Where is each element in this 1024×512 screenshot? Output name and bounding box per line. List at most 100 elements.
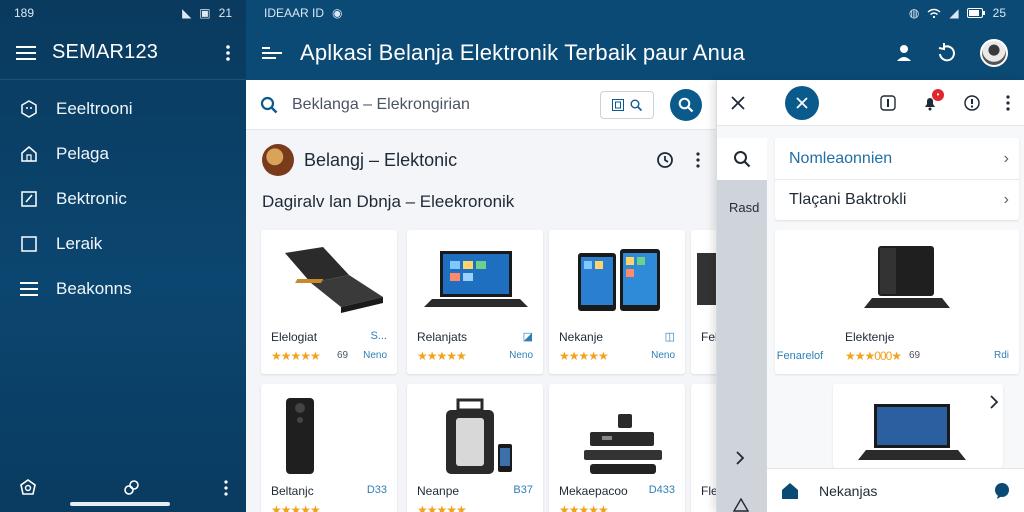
phone-icon <box>269 390 389 478</box>
wifi-icon <box>927 8 941 18</box>
menu-item[interactable]: Tlaçani Baktrokli › <box>775 179 1019 220</box>
close-button[interactable] <box>785 85 819 120</box>
location-icon: ◉ <box>332 6 343 20</box>
signal-icon: ◣ <box>182 6 192 20</box>
home-icon <box>18 145 40 163</box>
battery-icon <box>966 8 985 18</box>
product-tag: B37 <box>513 484 533 496</box>
status-number: 21 <box>218 6 232 20</box>
panel-menu: Nomleaonnien › Tlaçani Baktrokli › <box>775 138 1019 220</box>
search-button[interactable] <box>670 88 702 121</box>
square-icon <box>18 235 40 253</box>
chevron-right-icon[interactable] <box>989 394 999 410</box>
product-tag: D33 <box>366 484 387 496</box>
status-bar-right: IDEAAR ID ◉ ◍ ◢ 25 <box>246 0 1024 26</box>
shop-logo <box>262 144 294 176</box>
product-card[interactable]: Neanpe B37 ★★★★★ <box>407 384 543 512</box>
menu-item[interactable]: Nomleaonnien › <box>775 138 1019 179</box>
product-tag: Fenarelof <box>776 350 824 362</box>
more-vert-icon[interactable] <box>226 44 230 61</box>
search-small-icon[interactable] <box>630 99 642 111</box>
sidebar-item-label: Leraik <box>56 233 103 253</box>
product-card[interactable]: Relanjats ◪ ★★★★★ Neno <box>407 230 543 374</box>
search-options[interactable] <box>600 90 654 119</box>
sidebar-item-leraik[interactable]: Leraik <box>0 221 246 266</box>
overlay-panel: • Rasd Nomleaonnien › Tlaçani Baktrokli … <box>716 80 1024 512</box>
signal-icon: ◢ <box>949 6 959 20</box>
chevron-right-icon: › <box>1003 149 1009 167</box>
sale-label: Neno <box>651 350 675 361</box>
rating-stars: ★★★★★ <box>271 349 321 363</box>
navigation-drawer: 189 ◣ ▣ 21 SEMAR123 Eeeltrooni Pelaga Be… <box>0 0 246 512</box>
chevron-right-icon[interactable] <box>735 450 745 466</box>
help-icon[interactable] <box>964 94 980 111</box>
home-indicator <box>70 502 170 506</box>
menu-item-label: Tlaçani Baktrokli <box>789 191 907 208</box>
settings-icon[interactable] <box>18 478 38 498</box>
sidebar-item-bektronic[interactable]: Bektronic <box>0 176 246 221</box>
sidebar-item-label: Eeeltrooni <box>56 98 133 118</box>
search-bar[interactable]: Beklanga – Elekrongirian <box>246 80 716 130</box>
rating-stars: ★★★★★ <box>559 349 609 363</box>
sidebar-item-beakonns[interactable]: Beakonns <box>0 266 246 311</box>
sale-label: Neno <box>509 350 533 361</box>
more-vert-icon[interactable] <box>1006 94 1010 111</box>
shop-header: Belangj – Elektonic <box>246 138 716 182</box>
product-card[interactable] <box>833 384 1003 468</box>
sort-icon[interactable] <box>262 46 282 60</box>
product-name: Relanjats <box>417 330 468 344</box>
product-name: Beltanjc <box>271 484 314 498</box>
status-time: 189 <box>14 6 35 20</box>
product-card[interactable]: Beltanjc D33 ★★★★★ <box>261 384 397 512</box>
menu-icon[interactable] <box>16 45 36 61</box>
panel-toolbar: • <box>717 80 1024 126</box>
info-icon[interactable] <box>880 94 896 111</box>
bottom-nav-label[interactable]: Nekanjas <box>819 483 877 499</box>
product-card[interactable]: Elelogiat S... ★★★★★ 69 Neno <box>261 230 397 374</box>
home-icon[interactable] <box>781 482 799 500</box>
search-icon <box>733 150 751 168</box>
product-name: Mekaepacoo <box>559 484 628 498</box>
shop-name: Belangj – Elektonic <box>304 149 458 170</box>
refresh-icon[interactable] <box>936 42 958 64</box>
avatar[interactable] <box>980 39 1008 67</box>
product-name: Elektenje <box>845 330 895 344</box>
rail-search[interactable] <box>717 138 767 180</box>
notification-icon[interactable]: • <box>922 88 944 111</box>
chat-icon[interactable] <box>993 482 1011 500</box>
product-tag: S... <box>370 330 387 342</box>
filter-icon[interactable] <box>612 98 624 111</box>
search-input[interactable]: Beklanga – Elekrongirian <box>292 96 470 114</box>
bottom-navigation: Nekanjas <box>767 468 1024 512</box>
status-text: IDEAAR ID <box>264 6 325 20</box>
timer-icon[interactable] <box>656 151 674 169</box>
product-card[interactable]: Mekaepacoo D433 ★★★★★ <box>549 384 685 512</box>
drawer-title: SEMAR123 <box>52 41 159 63</box>
rating-stars: ★★★★★ <box>271 503 321 512</box>
sidebar-item-eeeltrooni[interactable]: Eeeltrooni <box>0 86 246 131</box>
search-icon <box>260 96 278 114</box>
rating-count: 69 <box>909 350 921 361</box>
sidebar-item-label: Beakonns <box>56 278 132 298</box>
sale-label: Neno <box>363 350 387 361</box>
product-tag: ◫ <box>664 331 675 343</box>
rating-count: 69 <box>337 350 349 361</box>
sidebar-item-pelaga[interactable]: Pelaga <box>0 131 246 176</box>
product-card[interactable]: Nekanje ◫ ★★★★★ Neno <box>549 230 685 374</box>
more-vert-icon[interactable] <box>696 152 700 168</box>
laptop-icon <box>269 236 389 324</box>
rating-stars: ★★★★★ <box>417 503 467 512</box>
notification-badge: • <box>932 88 944 101</box>
side-rail: Rasd <box>717 138 767 512</box>
close-icon[interactable] <box>731 95 745 110</box>
laptop-icon <box>415 236 535 324</box>
speaker-icon <box>845 236 965 324</box>
more-vert-icon[interactable] <box>224 480 228 496</box>
link-icon[interactable] <box>121 478 141 498</box>
smiley-icon <box>18 99 40 118</box>
warning-icon[interactable] <box>733 498 749 512</box>
account-icon[interactable] <box>894 43 914 63</box>
product-card[interactable]: Fenarelof Elektenje ★★★000★ 69 Rdi <box>775 230 1019 374</box>
list-icon <box>18 281 40 297</box>
sale-label: Rdi <box>993 350 1009 361</box>
